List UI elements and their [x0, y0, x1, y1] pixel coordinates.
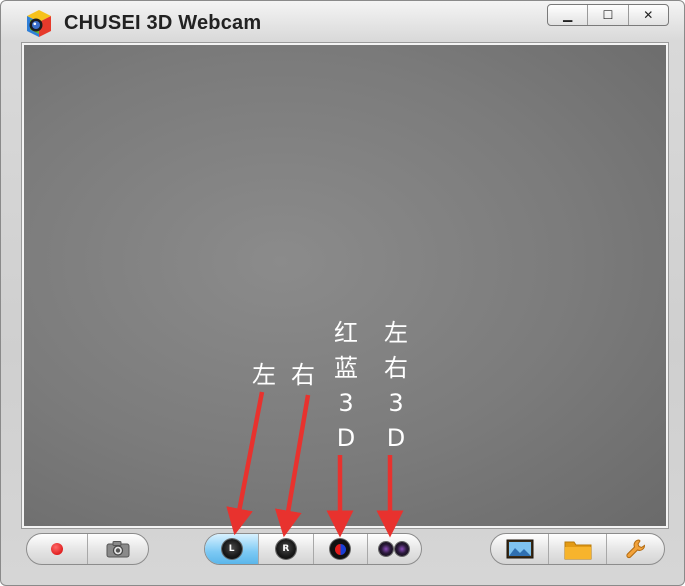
annotation-left: 左 — [252, 361, 276, 389]
arrow-left — [226, 391, 265, 536]
arrow-right — [274, 394, 311, 538]
annotation-anaglyph: 红蓝3D — [334, 319, 358, 452]
annotation-right: 右 — [291, 361, 315, 389]
annotation-side-by-side: 左右3D — [384, 319, 408, 452]
annotation-arrows — [226, 391, 404, 538]
